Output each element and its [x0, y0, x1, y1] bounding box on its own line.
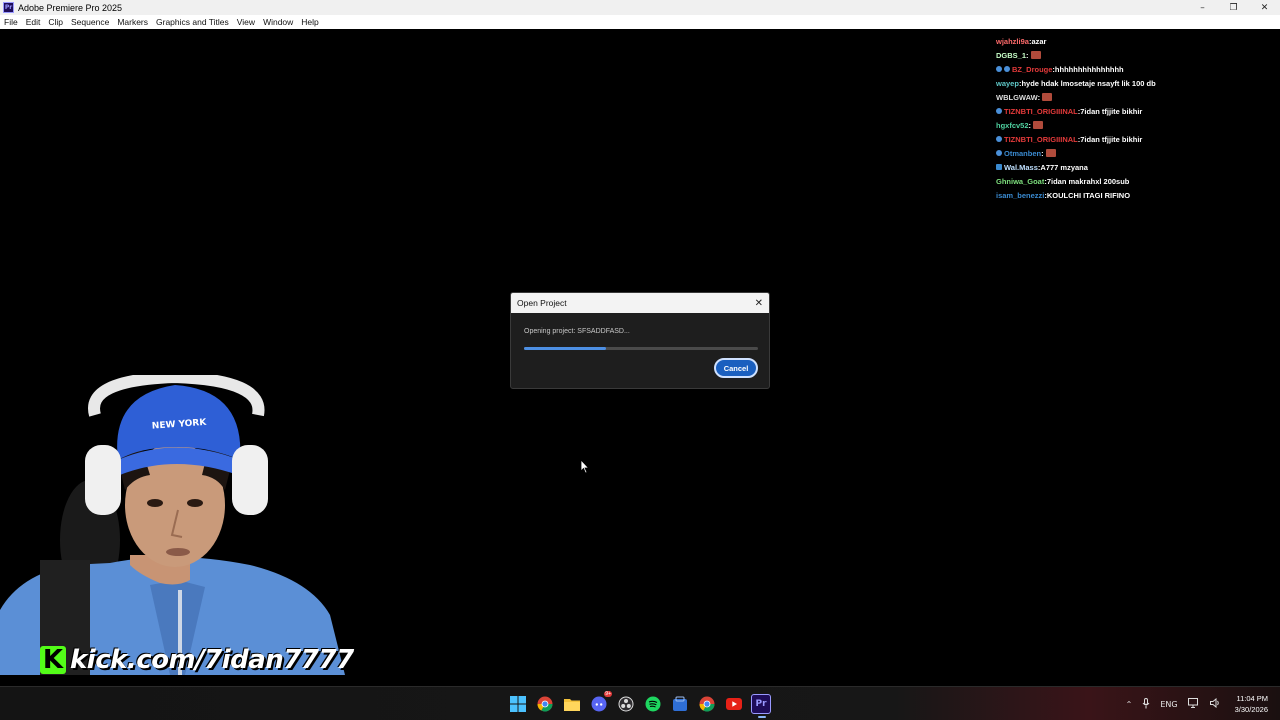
chat-line-faded [996, 6, 1280, 20]
chat-line: isam_benezzi : KOULCHI ITAGI RIFINO [996, 188, 1280, 202]
open-project-dialog: Open Project ✕ Opening project: SFSADDFA… [510, 292, 770, 389]
chat-line: Wal.Mass : A777 mzyana [996, 160, 1280, 174]
chat-message: KOULCHI ITAGI RIFINO [1046, 190, 1131, 200]
discord-badge: 9+ [604, 691, 612, 697]
file-explorer-icon[interactable] [562, 694, 582, 714]
dialog-title: Open Project [517, 298, 567, 308]
chat-username: wjahzli9a [996, 36, 1029, 46]
chat-message: 7idan tfjjite bikhir [1080, 134, 1143, 144]
chat-faded-text [996, 9, 998, 18]
chat-badge-icon [996, 66, 1002, 72]
chat-message: hyde hdak lmosetaje nsayft lik 100 db [1021, 78, 1156, 88]
chat-username: BZ_Drouge [1012, 64, 1053, 74]
progress-fill [524, 347, 606, 350]
chat-message: 7idan makrahxl 200sub [1046, 176, 1130, 186]
menu-clip[interactable]: Clip [48, 17, 63, 27]
clock-date: 3/30/2026 [1234, 705, 1268, 714]
watermark-url: kick.com/7idan7777 [70, 645, 354, 675]
menu-view[interactable]: View [237, 17, 255, 27]
chat-emote-icon [1042, 93, 1053, 101]
dialog-message: Opening project: SFSADDFASD... [524, 328, 630, 335]
cancel-button[interactable]: Cancel [714, 358, 758, 378]
stream-chat-overlay: wjahzli9a : azar DGBS_1 : BZ_Drouge : hhh… [996, 6, 1280, 202]
close-icon[interactable]: ✕ [755, 298, 763, 309]
chat-separator: : [1028, 120, 1032, 130]
chat-badge-icon [996, 136, 1002, 142]
chat-badge-icon [996, 164, 1002, 170]
window-title: Adobe Premiere Pro 2025 [18, 2, 123, 13]
microphone-icon[interactable] [1142, 697, 1150, 711]
chat-message: 7idan tfjjite bikhir [1080, 106, 1143, 116]
menu-file[interactable]: File [4, 17, 18, 27]
chat-line: wjahzli9a : azar [996, 34, 1280, 48]
network-icon[interactable] [1187, 698, 1200, 710]
menu-graphics-and-titles[interactable]: Graphics and Titles [156, 17, 229, 27]
chat-emote-icon [1030, 51, 1041, 59]
menu-markers[interactable]: Markers [117, 17, 148, 27]
windows-start-icon[interactable] [508, 694, 528, 714]
menu-help[interactable]: Help [301, 17, 318, 27]
chat-separator: : [1041, 148, 1044, 158]
chat-line: wayep : hyde hdak lmosetaje nsayft lik 1… [996, 76, 1280, 90]
chat-line: BZ_Drouge : hhhhhhhhhhhhhhh [996, 62, 1280, 76]
chat-username: wayep [996, 78, 1019, 88]
chat-line: hgxfcv52 : [996, 118, 1280, 132]
menu-window[interactable]: Window [263, 17, 293, 27]
spotify-icon[interactable] [643, 694, 663, 714]
chat-username: Ghniwa_Goat [996, 176, 1045, 186]
language-indicator[interactable]: ENG [1160, 700, 1177, 709]
chat-line: WBLGWAW : [996, 90, 1280, 104]
chat-faded-text [996, 23, 998, 32]
chat-username: Wal.Mass [1004, 162, 1038, 172]
stream-watermark: K kick.com/7idan7777 [40, 645, 354, 675]
chat-message: hhhhhhhhhhhhhhh [1054, 64, 1124, 74]
chat-separator: : [1026, 50, 1029, 60]
premiere-pro-taskbar-label: Pr [755, 699, 767, 709]
taskbar: 9+ Pr ⌃ ENG 11:04 PM 3/30/2026 [0, 686, 1280, 720]
chrome-icon[interactable] [535, 694, 555, 714]
chat-username: DGBS_1 [996, 50, 1027, 60]
discord-icon[interactable]: 9+ [589, 691, 612, 714]
premiere-pro-icon: Pr [3, 2, 14, 13]
chat-badge-icon [996, 150, 1002, 156]
chat-line-faded [996, 20, 1280, 34]
chat-separator: : [1037, 92, 1041, 102]
chat-badge-icon [996, 108, 1002, 114]
chat-username: isam_benezzi [996, 190, 1045, 200]
store-app-icon[interactable] [670, 694, 690, 714]
chat-username: hgxfcv52 [996, 120, 1029, 130]
chrome-profile-icon[interactable] [697, 694, 717, 714]
chat-line: TIZNBTI_ORIGIIINAL : 7idan tfjjite bikhi… [996, 104, 1280, 118]
taskbar-apps: 9+ Pr [508, 691, 778, 718]
chat-line: Otmanben : [996, 146, 1280, 160]
volume-icon[interactable] [1209, 697, 1221, 710]
youtube-icon[interactable] [724, 694, 744, 714]
chat-username: Otmanben [1004, 148, 1042, 158]
chat-username: TIZNBTI_ORIGIIINAL [1004, 134, 1078, 144]
mouse-cursor-icon [580, 459, 590, 474]
dialog-header: Open Project ✕ [511, 293, 769, 313]
chat-line: DGBS_1 : [996, 48, 1280, 62]
obs-icon[interactable] [616, 694, 636, 714]
menu-edit[interactable]: Edit [26, 17, 41, 27]
chat-message: azar [1031, 36, 1047, 46]
progress-bar [524, 347, 758, 350]
webcam-feed: NEW YORK [0, 375, 345, 675]
chat-badge-icon [1004, 66, 1010, 72]
chat-message: A777 mzyana [1040, 162, 1088, 172]
premiere-pro-taskbar-icon[interactable]: Pr [751, 694, 771, 718]
chat-emote-icon [1045, 149, 1056, 157]
menu-sequence[interactable]: Sequence [71, 17, 109, 27]
clock[interactable]: 11:04 PM 3/30/2026 [1235, 693, 1268, 715]
chevron-up-icon[interactable]: ⌃ [1126, 700, 1133, 709]
chat-line: TIZNBTI_ORIGIIINAL : 7idan tfjjite bikhi… [996, 132, 1280, 146]
chat-username: WBLGWAW [996, 92, 1038, 102]
chat-username: TIZNBTI_ORIGIIINAL [1004, 106, 1078, 116]
clock-time: 11:04 PM [1236, 694, 1268, 703]
kick-logo-icon: K [40, 645, 66, 675]
chat-line: Ghniwa_Goat : 7idan makrahxl 200sub [996, 174, 1280, 188]
system-tray: ⌃ ENG 11:04 PM 3/30/2026 [1126, 687, 1280, 720]
chat-emote-icon [1033, 121, 1044, 129]
